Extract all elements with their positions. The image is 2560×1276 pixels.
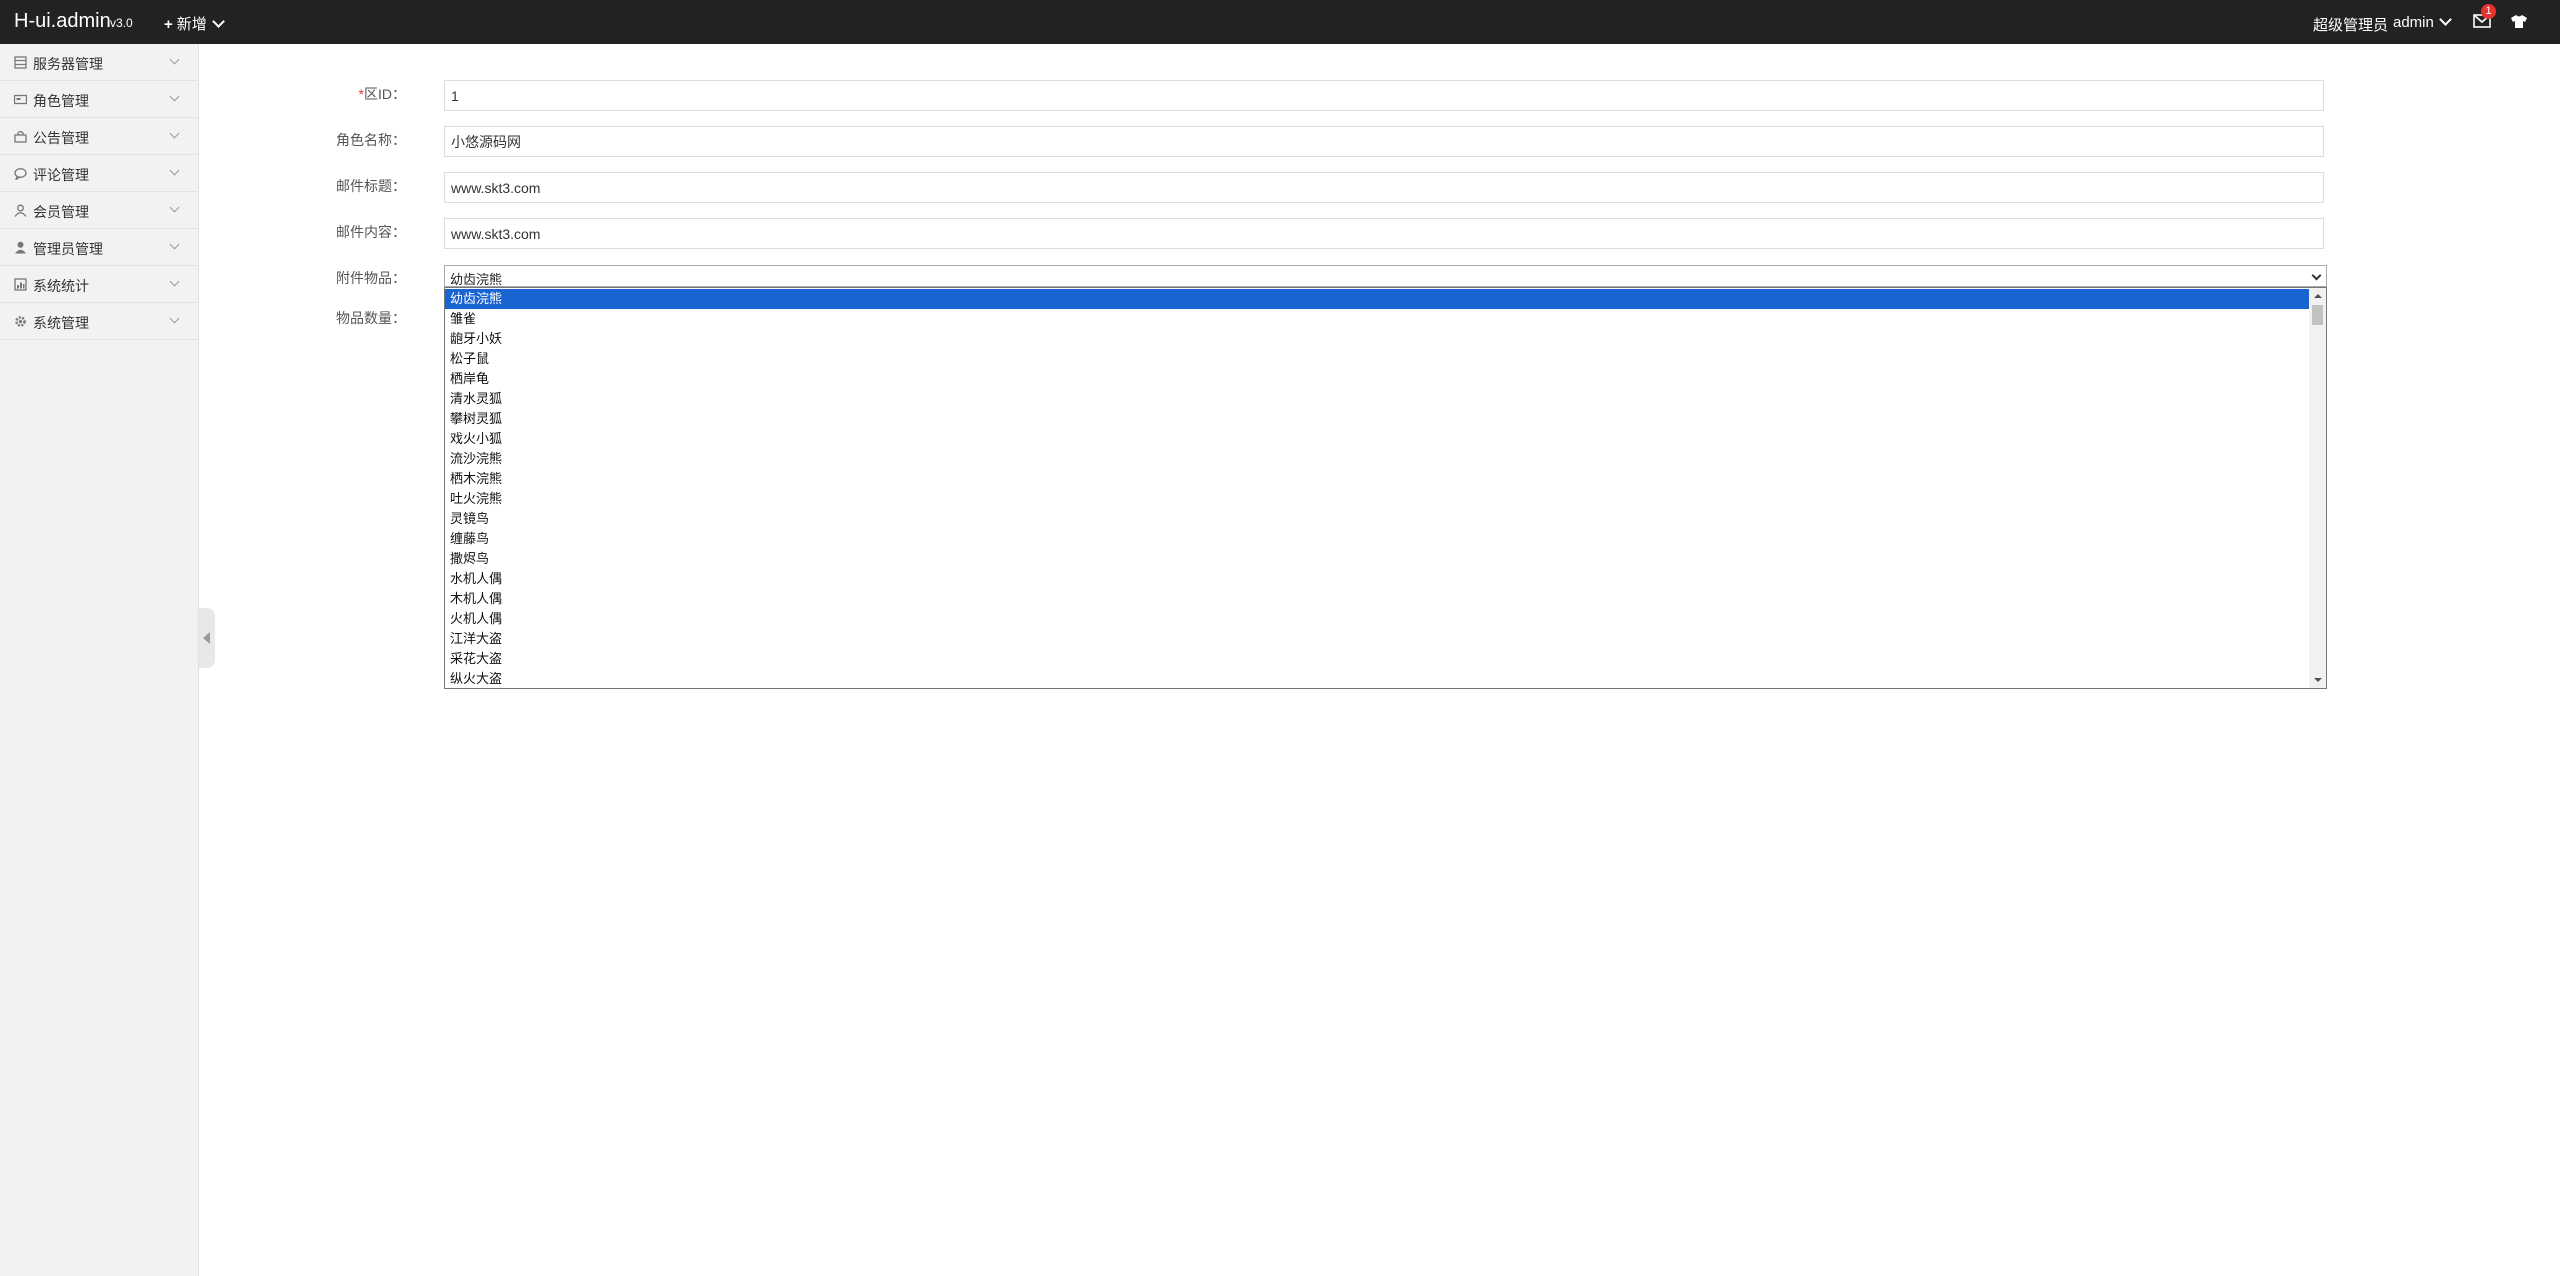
dropdown-option[interactable]: 龅牙小妖 (445, 329, 2309, 349)
quantity-label: 物品数量： (336, 310, 406, 326)
comment-icon (14, 168, 27, 180)
sidebar-item-stats[interactable]: 系统统计 (0, 266, 198, 303)
role-name-label: 角色名称： (336, 132, 406, 148)
chevron-down-icon (169, 313, 180, 324)
sidebar-item-label: 角色管理 (33, 93, 89, 109)
dropdown-option[interactable]: 撒烬鸟 (445, 549, 2309, 569)
sidebar-item-server[interactable]: 服务器管理 (0, 44, 198, 81)
sidebar-item-admins[interactable]: 管理员管理 (0, 229, 198, 266)
chevron-down-icon (169, 239, 180, 250)
dropdown-option[interactable]: 灵镜鸟 (445, 509, 2309, 529)
user-menu[interactable]: admin (2393, 13, 2452, 31)
sidebar-item-label: 系统管理 (33, 315, 89, 331)
dropdown-option[interactable]: 流沙浣熊 (445, 449, 2309, 469)
dropdown-option[interactable]: 雏雀 (445, 309, 2309, 329)
dropdown-option[interactable]: 松子鼠 (445, 349, 2309, 369)
gear-icon (15, 316, 26, 327)
scroll-up-icon[interactable] (2309, 288, 2326, 304)
chevron-down-icon (169, 165, 180, 176)
attachment-select[interactable]: 幼齿浣熊 (444, 265, 2327, 287)
sidebar-item-label: 系统统计 (33, 278, 89, 294)
card-icon (14, 94, 27, 105)
user-outline-icon (14, 204, 27, 217)
sidebar-item-comments[interactable]: 评论管理 (0, 155, 198, 192)
dropdown-option[interactable]: 水机人偶 (445, 569, 2309, 589)
zone-id-label-text: 区ID： (364, 86, 406, 102)
tshirt-icon[interactable] (2510, 13, 2532, 31)
dropdown-option[interactable]: 纵火大盗 (445, 669, 2309, 688)
dropdown-option[interactable]: 戏火小狐 (445, 429, 2309, 449)
sidebar-item-label: 服务器管理 (33, 56, 103, 72)
zone-id-input[interactable] (444, 80, 2324, 111)
dropdown-option[interactable]: 吐火浣熊 (445, 489, 2309, 509)
user-name: admin (2393, 14, 2434, 31)
sidebar: 服务器管理 角色管理 公告管理 评论管理 会员管理 管理员管理 系统统计 系统管… (0, 44, 199, 1276)
app-version: v3.0 (110, 16, 133, 30)
plus-icon: + (164, 16, 173, 33)
chevron-down-icon (169, 276, 180, 287)
attachment-selected-value: 幼齿浣熊 (450, 272, 503, 287)
dropdown-option[interactable]: 采花大盗 (445, 649, 2309, 669)
chevron-down-icon (169, 128, 180, 139)
dropdown-option[interactable]: 火机人偶 (445, 609, 2309, 629)
dropdown-option[interactable]: 缠藤鸟 (445, 529, 2309, 549)
app-logo[interactable]: H-ui.admin (14, 10, 111, 33)
role-name-input[interactable] (444, 126, 2324, 157)
mail-title-label: 邮件标题： (336, 178, 406, 194)
zone-id-label: *区ID： (196, 84, 406, 104)
dropdown-option[interactable]: 清水灵狐 (445, 389, 2309, 409)
dropdown-option[interactable]: 栖岸龟 (445, 369, 2309, 389)
mail-content-input[interactable] (444, 218, 2324, 249)
user-icon (15, 241, 26, 254)
chevron-down-icon (211, 15, 225, 28)
chevron-down-icon (2311, 270, 2322, 281)
attachment-dropdown-list[interactable]: 幼齿浣熊 雏雀 龅牙小妖 松子鼠 栖岸龟 清水灵狐 攀树灵狐 戏火小狐 流沙浣熊… (444, 287, 2327, 689)
sidebar-item-notices[interactable]: 公告管理 (0, 118, 198, 155)
add-new-menu[interactable]: + 新增 (164, 13, 225, 34)
dropdown-scrollbar[interactable] (2309, 288, 2326, 688)
attachment-label: 附件物品： (336, 270, 406, 286)
chevron-down-icon (169, 54, 180, 65)
chevron-down-icon (2438, 13, 2452, 26)
sidebar-item-label: 评论管理 (33, 167, 89, 183)
top-navbar: H-ui.admin v3.0 + 新增 超级管理员 admin 1 (0, 0, 2560, 44)
mail-badge: 1 (2481, 4, 2496, 19)
scroll-down-icon[interactable] (2309, 672, 2326, 688)
server-icon (14, 56, 27, 69)
chevron-down-icon (169, 202, 180, 213)
sidebar-item-members[interactable]: 会员管理 (0, 192, 198, 229)
sidebar-collapse-handle[interactable] (199, 608, 215, 668)
sidebar-item-roles[interactable]: 角色管理 (0, 81, 198, 118)
dropdown-option[interactable]: 攀树灵狐 (445, 409, 2309, 429)
scrollbar-thumb[interactable] (2312, 305, 2323, 325)
mail-title-input[interactable] (444, 172, 2324, 203)
sidebar-item-label: 公告管理 (33, 130, 89, 146)
mail-content-label: 邮件内容： (336, 224, 406, 240)
dropdown-option[interactable]: 幼齿浣熊 (445, 289, 2309, 309)
dropdown-option[interactable]: 栖木浣熊 (445, 469, 2309, 489)
chart-icon (14, 278, 27, 291)
add-new-label: 新增 (176, 16, 207, 33)
sidebar-item-system[interactable]: 系统管理 (0, 303, 198, 340)
sidebar-item-label: 会员管理 (33, 204, 89, 220)
user-role: 超级管理员 (2313, 17, 2389, 34)
dropdown-option[interactable]: 木机人偶 (445, 589, 2309, 609)
chevron-down-icon (169, 91, 180, 102)
bag-icon (14, 130, 27, 143)
sidebar-item-label: 管理员管理 (33, 241, 103, 257)
dropdown-option[interactable]: 江洋大盗 (445, 629, 2309, 649)
